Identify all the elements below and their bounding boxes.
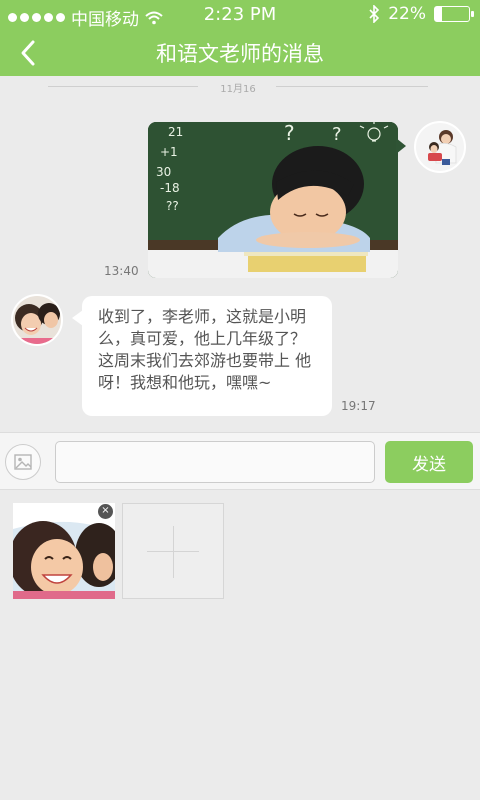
chalk-question-2: ? [332, 124, 342, 145]
status-right: 22% [368, 4, 474, 24]
teacher-avatar[interactable] [11, 294, 63, 346]
image-message[interactable]: 21 +1 30 -18 ?? ? ? [148, 122, 398, 278]
nav-bar: 和语文老师的消息 [0, 30, 480, 76]
message-time: 19:17 [341, 399, 376, 413]
my-avatar[interactable] [414, 121, 466, 173]
chalk-math-2: +1 [160, 145, 178, 159]
bubble-tail [396, 138, 406, 154]
chalk-math-4: -18 [160, 181, 180, 195]
image-icon [14, 454, 32, 470]
chalk-math-5: ?? [166, 199, 179, 213]
status-bar: 中国移动 2:23 PM 22% [0, 0, 480, 30]
page-title: 和语文老师的消息 [156, 42, 324, 66]
chalk-math-1: 21 [168, 125, 183, 139]
image-picker-button[interactable] [5, 444, 41, 480]
battery-percent: 22% [388, 4, 426, 24]
chalk-question-1: ? [284, 122, 295, 145]
mother-child-avatar-image [416, 123, 464, 171]
battery-icon [434, 6, 474, 22]
date-divider: 11月16 [48, 80, 428, 95]
battery-fill [435, 7, 443, 21]
smiling-kids-avatar-image [13, 296, 61, 344]
bluetooth-icon [369, 5, 380, 23]
chalk-math-3: 30 [156, 165, 171, 179]
composer-bar: 发送 [0, 432, 480, 490]
boy-sleeping-on-books-image: 21 +1 30 -18 ?? ? ? [148, 122, 398, 278]
message-time: 13:40 [104, 264, 139, 278]
remove-attachment-button[interactable]: × [97, 503, 114, 520]
send-button[interactable]: 发送 [385, 441, 473, 483]
message-input[interactable] [55, 441, 375, 483]
add-photo-button[interactable] [122, 503, 224, 599]
plus-vertical-bar [173, 526, 174, 578]
date-label: 11月16 [220, 84, 256, 95]
divider-line-right [276, 86, 428, 87]
text-message[interactable]: 收到了，李老师，这就是小明么，真可爱，他上几年级了？这周末我们去郊游也要带上 他… [82, 296, 332, 416]
message-text: 收到了，李老师，这就是小明么，真可爱，他上几年级了？这周末我们去郊游也要带上 他… [98, 307, 312, 392]
